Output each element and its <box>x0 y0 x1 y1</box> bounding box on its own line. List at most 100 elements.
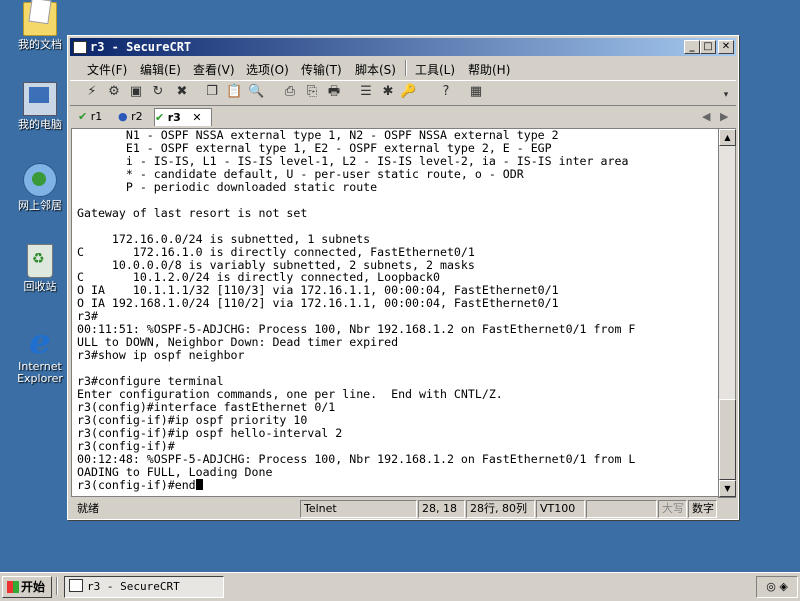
toolbar: ⚡ ⚙ ▣ ↻ ✖ ❐ 📋 🔍 ⎙ ⎘ 🖶 ☰ ✱ 🔑 ? ▦ ▾ <box>70 80 736 106</box>
volume-icon[interactable]: ◎ <box>766 580 776 593</box>
menu-bar: 文件(F) 编辑(E) 查看(V) 选项(O) 传输(T) 脚本(S) 工具(L… <box>70 58 736 78</box>
minimize-button[interactable]: _ <box>684 40 700 54</box>
network-tray-icon[interactable]: ◈ <box>779 580 787 593</box>
terminal-line: Gateway of last resort is not set <box>77 205 308 220</box>
vertical-scrollbar[interactable]: ▲ ▼ <box>718 128 736 498</box>
global-options-icon[interactable]: ✱ <box>380 84 396 100</box>
sftp-icon[interactable]: ▦ <box>468 84 484 100</box>
disconnect-icon[interactable]: ✖ <box>174 84 190 100</box>
maximize-button[interactable]: □ <box>700 40 716 54</box>
connected-check-icon: ✔ <box>155 111 165 124</box>
status-caps-lock: 大写 <box>658 500 687 518</box>
menu-file[interactable]: 文件(F) <box>87 61 127 78</box>
disconnected-icon: ● <box>118 110 128 123</box>
terminal-line: OADING to FULL, Loading Done <box>77 464 273 479</box>
terminal-line: i - IS-IS, L1 - IS-IS level-1, L2 - IS-I… <box>77 153 629 168</box>
taskbar-separator <box>56 577 58 595</box>
tab-label: r2 <box>131 110 143 123</box>
terminal-line: N1 - OSPF NSSA external type 1, N2 - OSP… <box>77 128 559 142</box>
tab-r2[interactable]: ● r2 <box>118 108 150 125</box>
paste-icon[interactable]: 📋 <box>226 84 242 100</box>
menu-transfer[interactable]: 传输(T) <box>301 61 342 78</box>
print-icon[interactable]: ⎙ <box>282 84 298 100</box>
printer-icon[interactable]: 🖶 <box>326 84 342 100</box>
terminal-line: r3#configure terminal <box>77 374 224 389</box>
status-screen-size: 28行, 80列 <box>466 500 535 518</box>
terminal-line: Enter configuration commands, one per li… <box>77 387 503 402</box>
scroll-thumb[interactable] <box>719 399 736 480</box>
terminal-cursor <box>195 478 203 490</box>
status-bar: 就绪 Telnet 28, 18 28行, 80列 VT100 大写 数字 <box>70 498 736 518</box>
terminal-line: 172.16.0.0/24 is subnetted, 1 subnets <box>77 231 371 246</box>
window-title: r3 - SecureCRT <box>90 40 192 54</box>
find-icon[interactable]: 🔍 <box>248 84 264 100</box>
connected-check-icon: ✔ <box>78 110 88 123</box>
recycle-bin-icon <box>27 244 53 278</box>
menu-script[interactable]: 脚本(S) <box>355 61 396 78</box>
tab-r1[interactable]: ✔ r1 <box>78 108 110 125</box>
terminal-line: E1 - OSPF external type 1, E2 - OSPF ext… <box>77 140 552 155</box>
print-selection-icon[interactable]: ⎘ <box>304 84 320 100</box>
terminal-line: r3# <box>77 309 98 324</box>
securecrt-app-icon <box>69 579 83 592</box>
title-bar[interactable]: r3 - SecureCRT _ □ ✕ <box>70 38 736 56</box>
tab-label: r1 <box>90 110 103 123</box>
terminal-line: O IA 192.168.1.0/24 [110/2] via 172.16.1… <box>77 296 559 311</box>
status-cursor-position: 28, 18 <box>418 500 465 518</box>
close-button[interactable]: ✕ <box>718 40 734 54</box>
taskbar-item-securecrt[interactable]: r3 - SecureCRT <box>64 576 224 598</box>
status-num-lock: 数字 <box>688 500 717 518</box>
terminal-screen[interactable]: N1 - OSPF NSSA external type 1, N2 - OSP… <box>71 128 719 497</box>
status-ready: 就绪 <box>77 502 99 515</box>
menu-edit[interactable]: 编辑(E) <box>140 61 181 78</box>
scroll-down-icon[interactable]: ▼ <box>719 480 736 497</box>
quick-connect-icon[interactable]: ⚙ <box>106 84 122 100</box>
tab-scroll-right-icon[interactable]: ▶ <box>720 108 728 125</box>
terminal-line: 10.0.0.0/8 is variably subnetted, 2 subn… <box>77 257 475 272</box>
tab-r3[interactable]: ✔ r3 ✕ <box>154 108 212 126</box>
system-tray: ◎ ◈ <box>756 576 798 598</box>
terminal-line: 00:11:51: %OSPF-5-ADJCHG: Process 100, N… <box>77 322 636 337</box>
terminal-line: O IA 10.1.1.1/32 [110/3] via 172.16.1.1,… <box>77 283 559 298</box>
terminal-line: r3(config)#interface fastEthernet 0/1 <box>77 400 336 415</box>
session-options-icon[interactable]: ☰ <box>358 84 374 100</box>
tab-label: r3 <box>167 111 181 124</box>
taskbar-item-label: r3 - SecureCRT <box>87 580 180 593</box>
scroll-up-icon[interactable]: ▲ <box>719 129 736 146</box>
status-protocol: Telnet <box>300 500 417 518</box>
reconnect-icon[interactable]: ↻ <box>150 84 166 100</box>
help-icon[interactable]: ? <box>438 84 454 100</box>
my-computer-icon <box>23 82 57 116</box>
securecrt-window: r3 - SecureCRT _ □ ✕ 文件(F) 编辑(E) 查看(V) 选… <box>67 35 739 520</box>
connect-icon[interactable]: ⚡ <box>84 84 100 100</box>
menu-tools[interactable]: 工具(L) <box>415 61 455 78</box>
menu-help[interactable]: 帮助(H) <box>468 61 510 78</box>
toolbar-overflow-icon[interactable]: ▾ <box>718 87 734 103</box>
session-tab-bar: ✔ r1 ● r2 ✔ r3 ✕ ◀ ▶ <box>70 106 736 126</box>
tab-scroll-left-icon[interactable]: ◀ <box>702 108 710 125</box>
terminal-line: r3(config-if)#ip ospf priority 10 <box>77 412 308 427</box>
network-places-icon <box>23 163 57 197</box>
terminal-line: r3(config-if)#end <box>77 477 196 492</box>
menu-view[interactable]: 查看(V) <box>193 61 235 78</box>
menu-options[interactable]: 选项(O) <box>246 61 289 78</box>
copy-icon[interactable]: ❐ <box>204 84 220 100</box>
terminal-line: r3(config-if)#ip ospf hello-interval 2 <box>77 425 343 440</box>
connect-in-tab-icon[interactable]: ▣ <box>128 84 144 100</box>
my-documents-icon <box>23 2 57 36</box>
terminal-line: P - periodic downloaded static route <box>77 179 378 194</box>
taskbar: 开始 r3 - SecureCRT ◎ ◈ <box>0 572 800 601</box>
terminal-line: * - candidate default, U - per-user stat… <box>77 166 524 181</box>
terminal-line: r3#show ip ospf neighbor <box>77 348 245 363</box>
keymap-icon[interactable]: 🔑 <box>400 84 416 100</box>
start-label: 开始 <box>21 580 46 594</box>
status-emulation: VT100 <box>536 500 585 518</box>
start-button[interactable]: 开始 <box>2 576 52 598</box>
tab-close-icon[interactable]: ✕ <box>192 111 201 124</box>
status-blank <box>586 500 657 518</box>
windows-logo-icon <box>7 581 19 593</box>
terminal-line: ULL to DOWN, Neighbor Down: Dead timer e… <box>77 335 399 350</box>
app-icon[interactable] <box>73 41 87 54</box>
terminal-line: C 10.1.2.0/24 is directly connected, Loo… <box>77 270 440 285</box>
menu-separator <box>405 60 407 76</box>
